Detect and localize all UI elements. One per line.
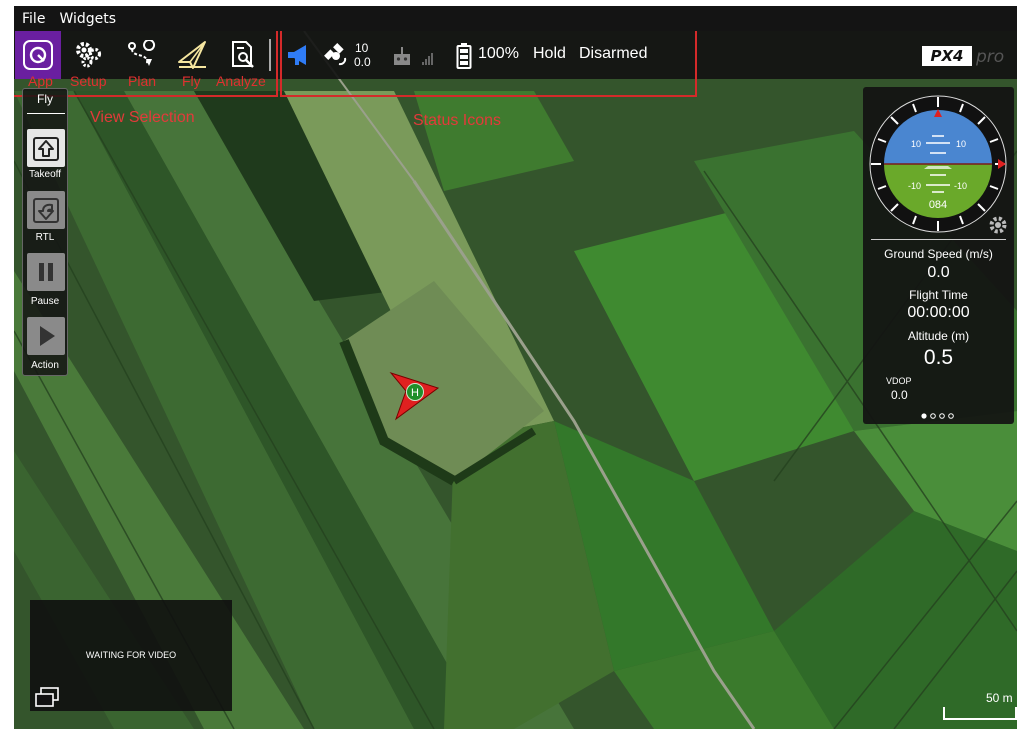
ground-speed-value: 0.0: [927, 264, 950, 281]
flight-time-value: 00:00:00: [907, 304, 970, 321]
takeoff-label: Takeoff: [28, 169, 62, 180]
flight-time-label: Flight Time: [909, 288, 968, 302]
play-icon: [40, 326, 55, 346]
page-indicator-dots[interactable]: [920, 412, 956, 420]
pitch-down-left: -10: [908, 181, 921, 191]
action-label: Action: [31, 360, 59, 371]
map-scale-label: 50 m: [986, 691, 1013, 705]
px4-pro-logo: PX4 pro: [922, 46, 1004, 67]
switch-view-icon[interactable]: [34, 686, 60, 708]
takeoff-arrow-icon: [33, 137, 59, 161]
instrument-divider: [871, 239, 1006, 240]
status-icons-annotation: Status Icons: [413, 112, 502, 129]
home-marker-label: H: [411, 387, 419, 399]
video-widget[interactable]: WAITING FOR VIDEO: [30, 600, 232, 711]
return-home-icon: [33, 198, 59, 223]
logo-text: PX4: [931, 47, 964, 65]
menu-widgets[interactable]: Widgets: [59, 11, 116, 27]
ground-speed-label: Ground Speed (m/s): [884, 247, 993, 261]
video-status-message: WAITING FOR VIDEO: [85, 650, 177, 660]
rtl-label: RTL: [35, 232, 55, 243]
fly-toolstrip: Fly Takeoff RTL Pause Action: [22, 88, 68, 376]
pause-icon: [39, 263, 53, 281]
vdop-value: 0.0: [891, 388, 908, 402]
pause-button[interactable]: [27, 253, 65, 291]
instrument-panel: 10 10 -10 -10 084 Ground Speed (m/s) 0.0…: [863, 87, 1014, 424]
menu-file[interactable]: File: [22, 11, 45, 27]
rtl-button[interactable]: [27, 191, 65, 229]
status-icons-box: [280, 31, 697, 97]
heading-value: 084: [929, 199, 947, 211]
home-marker[interactable]: H: [406, 383, 424, 401]
fly-panel-divider: [27, 113, 65, 114]
altitude-label: Altitude (m): [907, 329, 970, 343]
view-selection-annotation: View Selection: [90, 109, 195, 126]
pitch-down-right: -10: [954, 181, 967, 191]
logo-suffix: pro: [975, 47, 1004, 67]
pitch-up-left: 10: [911, 139, 921, 149]
vdop-label: VDOP: [886, 376, 912, 386]
menu-bar: File Widgets: [14, 6, 1017, 31]
gear-icon[interactable]: [988, 215, 1008, 235]
fly-panel-title: Fly: [37, 92, 53, 106]
pause-label: Pause: [30, 296, 60, 307]
main-view: H 50 m App Setup Plan Fly Analyze 10 0.0…: [14, 31, 1017, 729]
action-button[interactable]: [27, 317, 65, 355]
pitch-up-right: 10: [956, 139, 966, 149]
takeoff-button[interactable]: [27, 129, 65, 167]
altitude-value: 0.5: [923, 346, 954, 369]
